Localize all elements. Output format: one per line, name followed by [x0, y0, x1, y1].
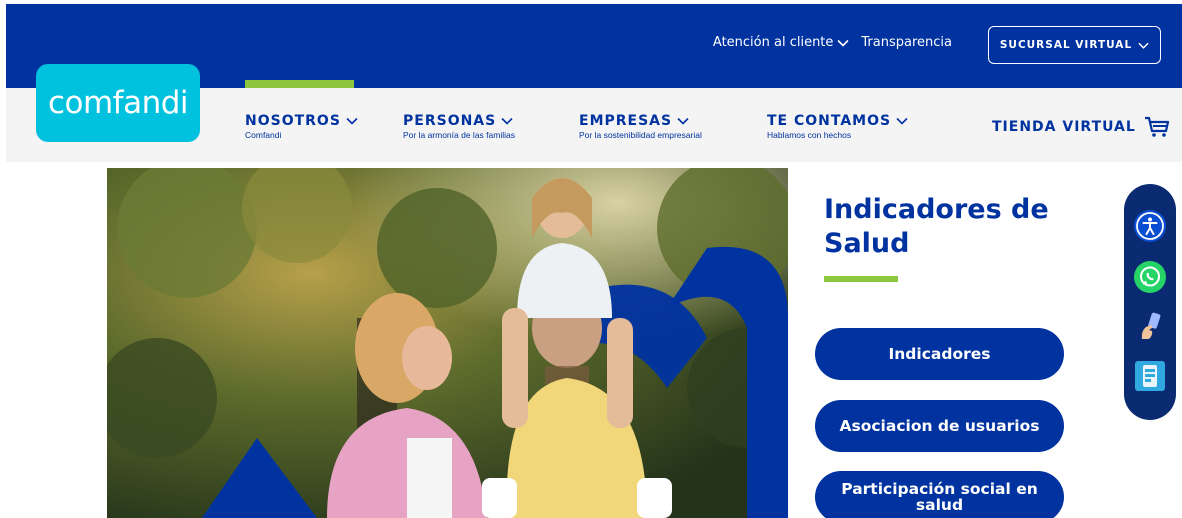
chevron-down-icon: [346, 117, 358, 125]
top-links: Atención al cliente Transparencia: [713, 35, 952, 50]
accessibility-button[interactable]: [1132, 208, 1168, 244]
hand-phone-icon: [1141, 312, 1161, 339]
family-photo-illustration: [107, 168, 788, 518]
hero-image: [107, 168, 788, 518]
nav-item-empresas[interactable]: EMPRESAS Por la sostenibilidad empresari…: [579, 113, 702, 140]
nav-item-empresas-label: EMPRESAS: [579, 113, 673, 129]
whatsapp-button[interactable]: [1132, 259, 1168, 295]
transparencia-link[interactable]: Transparencia: [861, 35, 952, 50]
asociacion-usuarios-button[interactable]: Asociacion de usuarios: [815, 400, 1064, 452]
active-nav-indicator: [245, 80, 354, 88]
chevron-down-icon: [677, 117, 689, 125]
sucursal-virtual-button[interactable]: SUCURSAL VIRTUAL: [988, 26, 1161, 64]
chevron-down-icon: [837, 39, 849, 47]
accessibility-icon: [1134, 210, 1166, 242]
atencion-cliente-link[interactable]: Atención al cliente: [713, 35, 850, 50]
nav-item-empresas-subtitle: Por la sostenibilidad empresarial: [579, 130, 702, 140]
nav-item-te-contamos-subtitle: Hablamos con hechos: [767, 130, 852, 140]
page: Atención al cliente Transparencia SUCURS…: [0, 0, 1182, 518]
nav-item-nosotros[interactable]: NOSOTROS Comfandi: [245, 113, 358, 140]
indicadores-panel: Indicadores de Salud Indicadores Asociac…: [788, 168, 1088, 518]
mobile-app-icon: [1135, 361, 1165, 391]
participacion-social-button[interactable]: Participación social en salud: [815, 471, 1064, 518]
logo-text: comfandi: [47, 85, 189, 121]
tienda-virtual-label: TIENDA VIRTUAL: [992, 119, 1136, 135]
nav-item-nosotros-subtitle: Comfandi: [245, 130, 282, 140]
atencion-cliente-label: Atención al cliente: [712, 35, 834, 50]
mobile-app-button[interactable]: [1132, 358, 1168, 394]
indicadores-button[interactable]: Indicadores: [815, 328, 1064, 380]
panel-title-underline: [824, 276, 898, 282]
tienda-virtual-link[interactable]: TIENDA VIRTUAL: [992, 116, 1170, 138]
comfandi-logo[interactable]: comfandi: [36, 64, 200, 142]
sucursal-virtual-label: SUCURSAL VIRTUAL: [999, 39, 1133, 51]
chevron-down-icon: [501, 117, 513, 125]
hand-phone-button[interactable]: [1132, 308, 1168, 344]
chevron-down-icon: [896, 117, 908, 125]
asociacion-usuarios-button-label: Asociacion de usuarios: [839, 417, 1040, 435]
nav-item-personas-subtitle: Por la armonía de las familias: [403, 130, 515, 140]
floating-side-dock: [1124, 184, 1176, 420]
panel-title: Indicadores de Salud: [824, 194, 1049, 259]
indicadores-button-label: Indicadores: [888, 345, 991, 363]
transparencia-label: Transparencia: [861, 35, 952, 50]
nav-item-personas-label: PERSONAS: [403, 113, 497, 129]
nav-item-personas[interactable]: PERSONAS Por la armonía de las familias: [403, 113, 515, 140]
chevron-down-icon: [1138, 42, 1149, 49]
nav-item-te-contamos[interactable]: TE CONTAMOS Hablamos con hechos: [767, 113, 908, 140]
nav-item-te-contamos-label: TE CONTAMOS: [767, 113, 892, 129]
whatsapp-icon: [1134, 261, 1166, 293]
nav-item-nosotros-label: NOSOTROS: [245, 113, 341, 129]
participacion-social-button-label: Participación social en salud: [841, 480, 1038, 514]
cart-icon: [1144, 116, 1169, 137]
